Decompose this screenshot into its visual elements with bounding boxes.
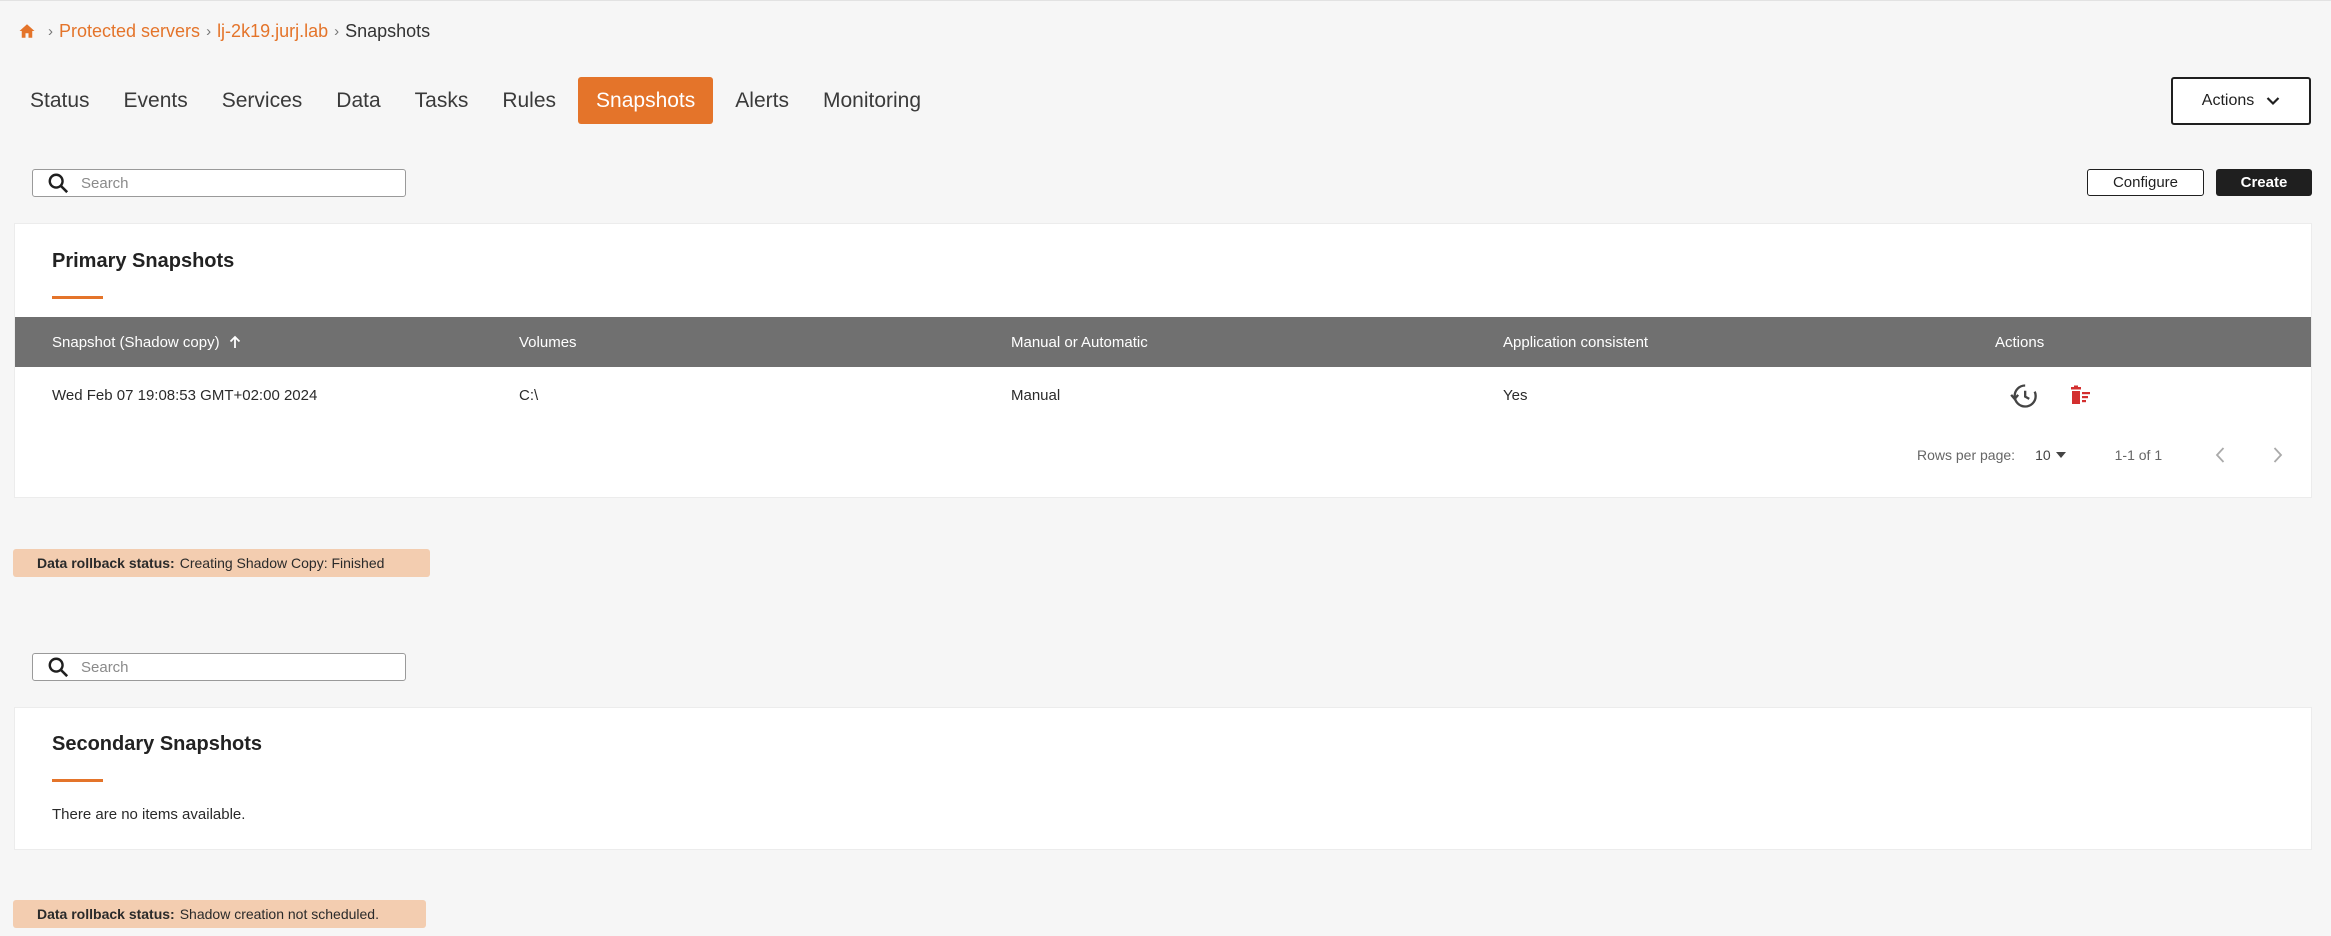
table-header: Snapshot (Shadow copy) Volumes Manual or… bbox=[15, 317, 2311, 367]
rows-per-page-value: 10 bbox=[2035, 447, 2051, 463]
column-header-actions: Actions bbox=[1995, 333, 2045, 351]
rows-per-page-select[interactable]: 10 bbox=[2035, 447, 2067, 463]
secondary-search-input[interactable] bbox=[81, 658, 381, 676]
search-icon bbox=[48, 173, 69, 194]
tab-rules[interactable]: Rules bbox=[490, 77, 568, 124]
sort-ascending-icon[interactable] bbox=[228, 335, 242, 349]
tab-data[interactable]: Data bbox=[324, 77, 392, 124]
primary-search-input[interactable] bbox=[81, 174, 381, 192]
cell-mode: Manual bbox=[1011, 387, 1061, 404]
column-header-consistent: Application consistent bbox=[1503, 333, 1649, 351]
column-header-mode: Manual or Automatic bbox=[1011, 333, 1148, 351]
restore-history-icon[interactable] bbox=[2010, 382, 2038, 410]
column-header-snapshot[interactable]: Snapshot (Shadow copy) bbox=[52, 334, 242, 351]
search-icon bbox=[48, 657, 69, 678]
pagination-range: 1-1 of 1 bbox=[2114, 447, 2163, 463]
title-underline bbox=[52, 779, 103, 782]
rollback-status-value: Shadow creation not scheduled. bbox=[179, 906, 379, 922]
breadcrumb: › Protected servers › lj-2k19.jurj.lab ›… bbox=[18, 19, 430, 43]
tab-snapshots[interactable]: Snapshots bbox=[578, 77, 714, 124]
tab-events[interactable]: Events bbox=[112, 77, 200, 124]
rows-per-page-label: Rows per page: bbox=[1917, 447, 2016, 463]
cell-consistent: Yes bbox=[1503, 387, 1528, 404]
home-icon[interactable] bbox=[18, 22, 36, 40]
configure-button[interactable]: Configure bbox=[2087, 169, 2204, 196]
primary-search-box bbox=[32, 169, 406, 197]
tab-monitoring[interactable]: Monitoring bbox=[811, 77, 933, 124]
title-underline bbox=[52, 296, 103, 299]
primary-snapshots-card: Primary Snapshots Snapshot (Shadow copy)… bbox=[14, 223, 2312, 498]
secondary-search-box bbox=[32, 653, 406, 681]
primary-rollback-status: Data rollback status: Creating Shadow Co… bbox=[13, 549, 430, 577]
cell-actions bbox=[2010, 367, 2092, 424]
actions-dropdown-button[interactable]: Actions bbox=[2171, 77, 2311, 125]
chevron-left-icon[interactable] bbox=[2214, 446, 2226, 464]
secondary-snapshots-card: Secondary Snapshots There are no items a… bbox=[14, 707, 2312, 850]
table-row: Wed Feb 07 19:08:53 GMT+02:00 2024 C:\ M… bbox=[15, 367, 2311, 424]
breadcrumb-protected-servers[interactable]: Protected servers bbox=[59, 21, 200, 42]
chevron-right-icon[interactable] bbox=[2272, 446, 2284, 464]
tab-tasks[interactable]: Tasks bbox=[403, 77, 481, 124]
column-header-label: Snapshot (Shadow copy) bbox=[52, 333, 220, 351]
delete-icon[interactable] bbox=[2068, 384, 2092, 408]
tab-status[interactable]: Status bbox=[18, 77, 102, 124]
actions-dropdown-label: Actions bbox=[2201, 92, 2255, 109]
primary-snapshots-title: Primary Snapshots bbox=[52, 250, 235, 272]
breadcrumb-server[interactable]: lj-2k19.jurj.lab bbox=[217, 21, 328, 42]
rollback-status-label: Data rollback status: bbox=[37, 555, 175, 571]
secondary-snapshots-title: Secondary Snapshots bbox=[52, 733, 263, 755]
column-header-volumes: Volumes bbox=[519, 333, 577, 351]
rollback-status-value: Creating Shadow Copy: Finished bbox=[179, 555, 385, 571]
rollback-status-label: Data rollback status: bbox=[37, 906, 175, 922]
cell-volume: C:\ bbox=[519, 387, 539, 404]
breadcrumb-separator: › bbox=[206, 22, 212, 40]
pagination: Rows per page: 10 1-1 of 1 bbox=[1917, 446, 2284, 464]
tab-services[interactable]: Services bbox=[210, 77, 315, 124]
caret-down-icon bbox=[2055, 452, 2066, 458]
create-button[interactable]: Create bbox=[2216, 169, 2312, 196]
tab-alerts[interactable]: Alerts bbox=[723, 77, 801, 124]
empty-state-text: There are no items available. bbox=[52, 806, 246, 823]
tab-bar: Status Events Services Data Tasks Rules … bbox=[18, 77, 943, 124]
breadcrumb-separator: › bbox=[48, 22, 53, 40]
cell-snapshot: Wed Feb 07 19:08:53 GMT+02:00 2024 bbox=[52, 387, 318, 404]
secondary-rollback-status: Data rollback status: Shadow creation no… bbox=[13, 900, 426, 928]
breadcrumb-separator: › bbox=[334, 22, 340, 40]
breadcrumb-current: Snapshots bbox=[345, 20, 431, 41]
chevron-down-icon bbox=[2266, 97, 2280, 106]
